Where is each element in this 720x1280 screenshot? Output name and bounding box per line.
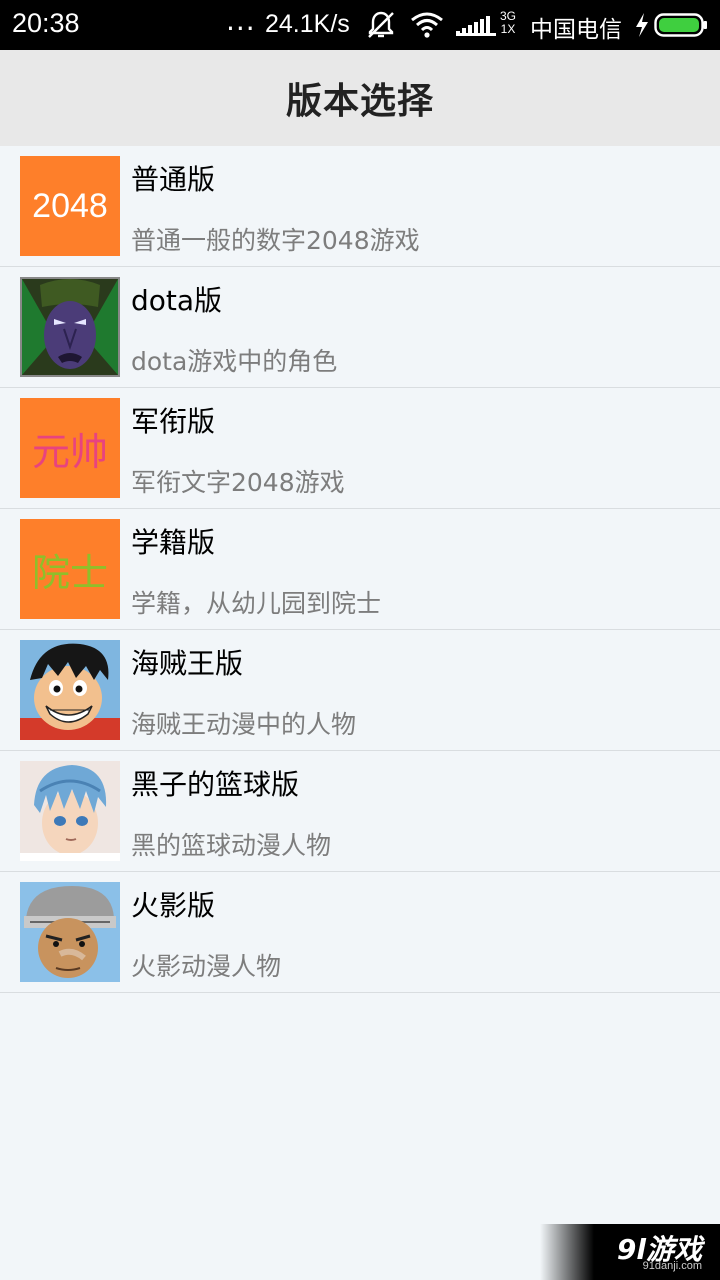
- luffy-portrait: [20, 640, 120, 740]
- status-time: 20:38: [12, 8, 80, 38]
- version-desc: 火影动漫人物: [131, 952, 282, 981]
- carrier-name: 中国电信: [530, 17, 622, 43]
- version-item-naruto[interactable]: 火影版 火影动漫人物: [0, 872, 720, 993]
- thumb-2048-text: 2048: [20, 156, 120, 256]
- thumb-2048: 2048: [20, 156, 120, 256]
- dota-hero-portrait: [20, 277, 120, 377]
- battery-icon: [654, 13, 707, 37]
- status-bar: 20:38 ... 24.1K/s 3G 1X 中国电信: [0, 0, 720, 50]
- version-title: dota版: [131, 284, 223, 317]
- version-title: 普通版: [131, 163, 216, 196]
- version-title: 火影版: [131, 889, 216, 922]
- version-desc: 军衔文字2048游戏: [131, 468, 345, 497]
- version-title: 军衔版: [131, 405, 216, 438]
- version-desc: dota游戏中的角色: [131, 347, 338, 376]
- version-item-rank[interactable]: 元帅 军衔版 军衔文字2048游戏: [0, 388, 720, 509]
- version-desc: 海贼王动漫中的人物: [131, 710, 357, 739]
- charging-icon: [636, 13, 648, 37]
- version-desc: 黑的篮球动漫人物: [131, 831, 332, 860]
- version-item-school[interactable]: 院士 学籍版 学籍，从幼儿园到院士: [0, 509, 720, 630]
- page-title: 版本选择: [285, 81, 434, 122]
- network-type: 3G 1X: [500, 10, 516, 36]
- version-item-dota[interactable]: dota版 dota游戏中的角色: [0, 267, 720, 388]
- version-title: 学籍版: [131, 526, 216, 559]
- mute-icon: [368, 11, 394, 38]
- version-item-onepiece[interactable]: 海贼王版 海贼王动漫中的人物: [0, 630, 720, 751]
- net-type-bottom: 1X: [500, 22, 516, 36]
- thumb-marshal-text: 元帅: [20, 398, 120, 498]
- thumb-academician: 院士: [20, 519, 120, 619]
- naruto-character-portrait: [20, 882, 120, 982]
- version-desc: 普通一般的数字2048游戏: [131, 226, 420, 255]
- site-watermark: 9l游戏 91danji.com: [540, 1224, 720, 1280]
- network-speed: 24.1K/s: [265, 10, 350, 38]
- thumb-academician-text: 院士: [20, 519, 120, 619]
- version-desc: 学籍，从幼儿园到院士: [131, 589, 382, 618]
- watermark-url: 91danji.com: [642, 1260, 702, 1272]
- signal-icon: [456, 16, 496, 36]
- version-title: 海贼王版: [131, 647, 244, 680]
- thumb-marshal: 元帅: [20, 398, 120, 498]
- version-item-kuroko[interactable]: 黑子的篮球版 黑的篮球动漫人物: [0, 751, 720, 872]
- title-bar: 版本选择: [0, 50, 720, 146]
- version-item-normal[interactable]: 2048 普通版 普通一般的数字2048游戏: [0, 146, 720, 267]
- version-list: 2048 普通版 普通一般的数字2048游戏 dota版 dota游戏中的角色: [0, 146, 720, 993]
- notification-dots: ...: [226, 4, 256, 37]
- kuroko-portrait: [20, 761, 120, 861]
- version-title: 黑子的篮球版: [131, 768, 300, 801]
- wifi-icon: [411, 12, 443, 38]
